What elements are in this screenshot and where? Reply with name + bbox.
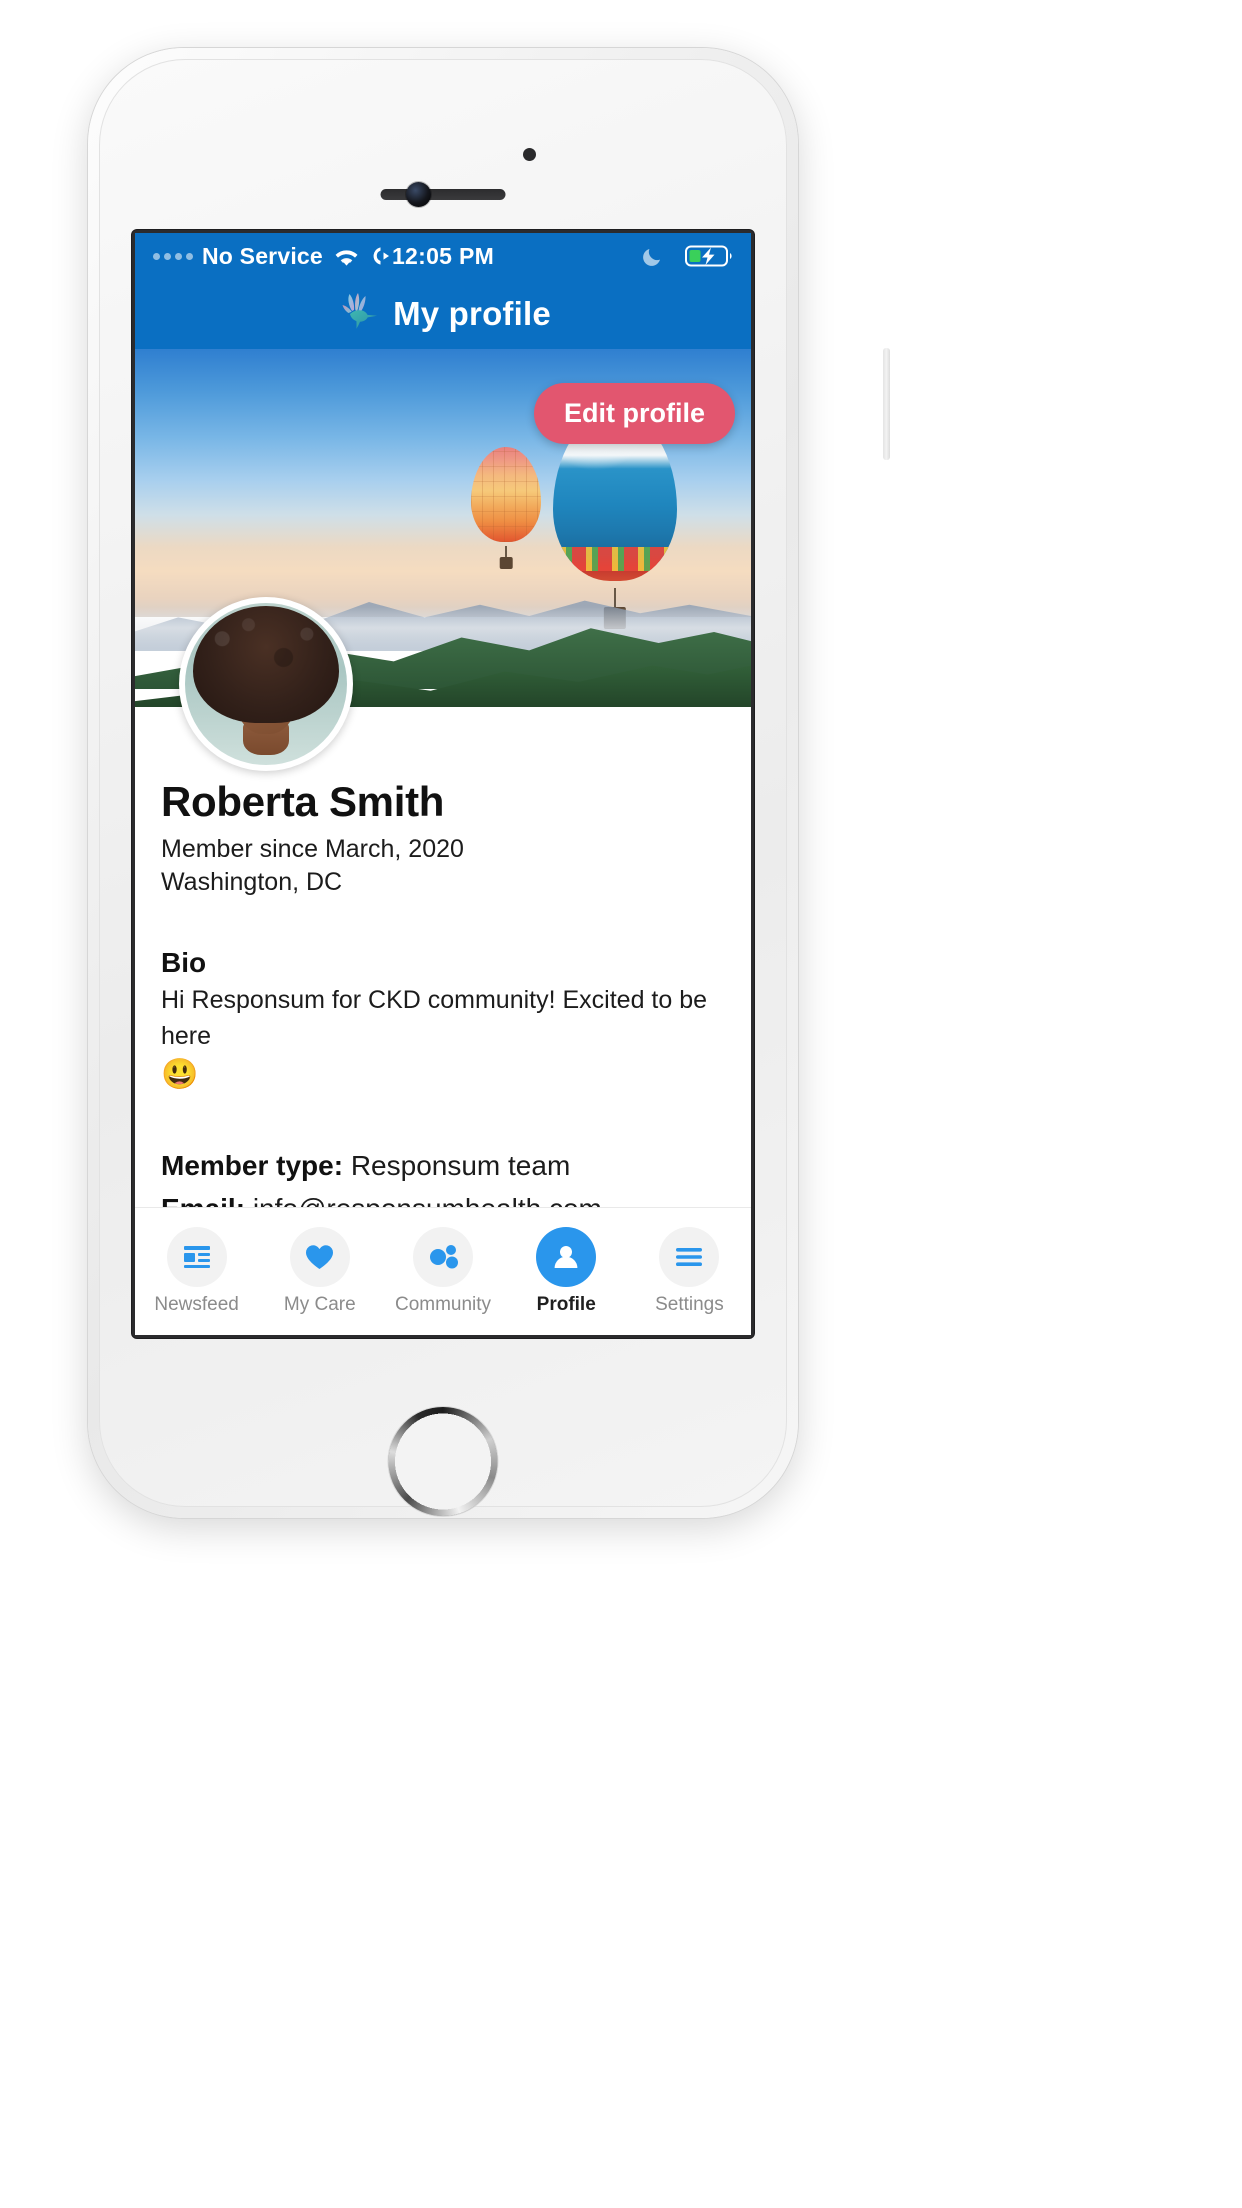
do-not-disturb-moon-icon	[641, 245, 664, 268]
call-forwarding-icon	[370, 245, 392, 267]
edit-profile-button[interactable]: Edit profile	[534, 383, 735, 444]
signal-dots-icon	[153, 252, 193, 260]
page-title: My profile	[393, 295, 551, 332]
profile-name: Roberta Smith	[161, 778, 445, 825]
tab-settings[interactable]: Settings	[628, 1227, 751, 1316]
tab-my-care[interactable]: My Care	[258, 1227, 381, 1316]
community-dots-icon	[413, 1227, 473, 1287]
app-header: My profile	[135, 279, 751, 349]
member-type-value: Responsum team	[350, 1150, 571, 1182]
tab-profile-label: Profile	[536, 1294, 596, 1315]
wifi-icon	[333, 246, 360, 267]
member-type-row: Member type: Responsum team	[161, 1145, 725, 1188]
newsfeed-icon	[166, 1227, 227, 1287]
tab-settings-label: Settings	[655, 1294, 724, 1315]
hot-air-balloon-small-icon	[471, 447, 541, 569]
tab-newsfeed-label: Newsfeed	[154, 1294, 239, 1315]
bio-section: Bio Hi Responsum for CKD community! Exci…	[161, 947, 725, 1095]
avatar[interactable]	[179, 597, 353, 771]
bio-text: Hi Responsum for CKD community! Excited …	[161, 986, 708, 1051]
battery-charging-icon	[685, 244, 733, 268]
hummingbird-logo-icon	[335, 292, 379, 337]
profile-content: Roberta Smith Member since March, 2020 W…	[135, 707, 751, 1224]
front-camera-icon	[406, 182, 431, 207]
tab-community[interactable]: Community	[381, 1227, 504, 1316]
status-time: 12:05 PM	[391, 242, 495, 269]
hamburger-menu-icon	[659, 1227, 720, 1287]
member-type-label: Member type:	[161, 1150, 344, 1182]
bio-heading: Bio	[161, 947, 207, 979]
carrier-label: No Service	[202, 242, 323, 269]
avatar-hair	[193, 606, 339, 723]
proximity-sensor-icon	[523, 148, 536, 161]
earpiece-speaker	[380, 189, 506, 200]
status-bar-right-group	[631, 244, 733, 268]
tab-newsfeed[interactable]: Newsfeed	[135, 1227, 258, 1316]
tab-community-label: Community	[394, 1294, 492, 1315]
tab-profile[interactable]: Profile	[505, 1227, 628, 1316]
person-icon	[536, 1227, 597, 1287]
bio-emoji-icon: 😃	[161, 1057, 199, 1091]
bottom-tab-bar: Newsfeed My Care Community Profile Setti…	[135, 1207, 751, 1335]
status-bar: No Service 12:05 PM	[135, 233, 751, 279]
heart-icon	[289, 1227, 350, 1287]
location-text: Washington, DC	[161, 868, 343, 897]
member-since-text: Member since March, 2020	[161, 835, 464, 864]
power-button[interactable]	[883, 348, 890, 460]
tab-my-care-label: My Care	[283, 1294, 356, 1315]
avatar-photo	[185, 603, 347, 765]
phone-screen: No Service 12:05 PM My profile Edit prof…	[135, 233, 751, 1335]
home-button[interactable]	[391, 1410, 495, 1513]
